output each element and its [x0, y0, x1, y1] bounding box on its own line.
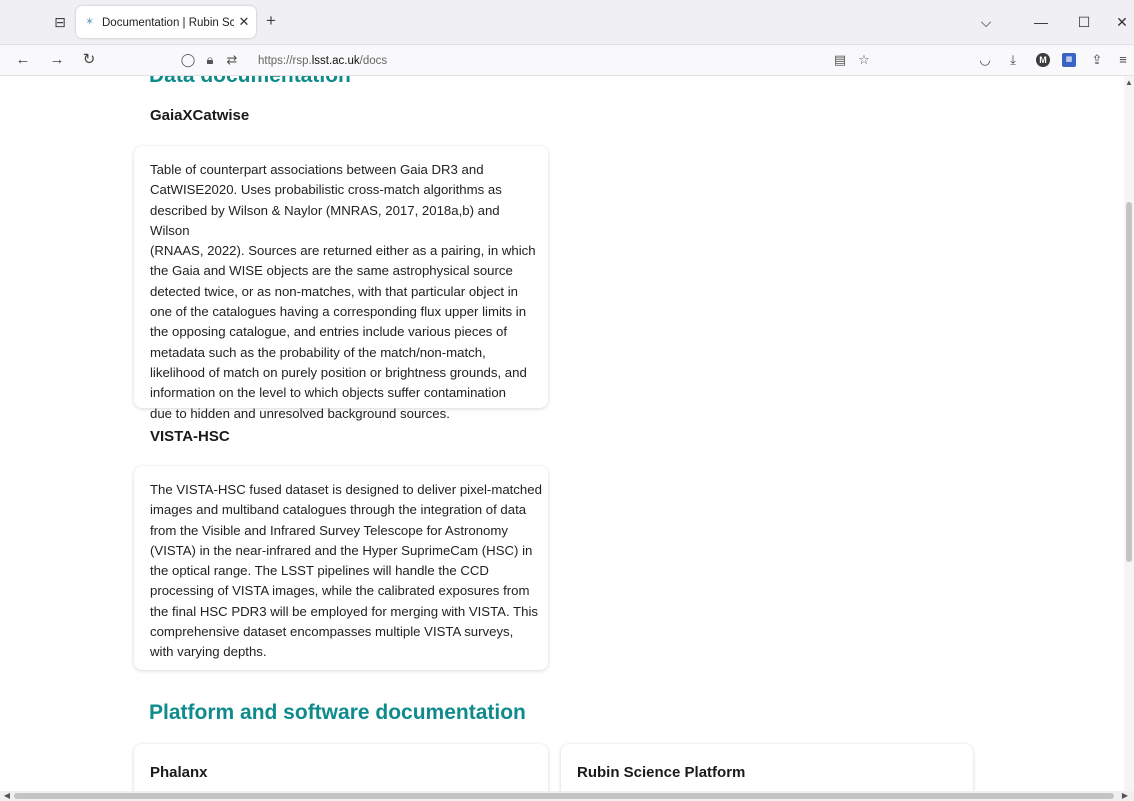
- downloads-icon[interactable]: ⤓: [1004, 51, 1022, 69]
- permissions-icon[interactable]: ⇄: [224, 52, 240, 68]
- back-button[interactable]: ←: [14, 51, 32, 69]
- menu-icon[interactable]: ≡: [1114, 51, 1132, 69]
- pocket-icon[interactable]: ◡: [976, 51, 994, 69]
- lock-icon[interactable]: 🔒︎: [202, 52, 218, 68]
- page-content: Data documentation GaiaXCatwise Table of…: [0, 76, 1124, 791]
- vista-description: The VISTA-HSC fused dataset is designed …: [150, 482, 542, 660]
- tab-bar: ⊟ ✶ Documentation | Rubin Science ✕ + ⌵ …: [0, 0, 1134, 45]
- vista-card: The VISTA-HSC fused dataset is designed …: [134, 466, 548, 670]
- gaia-card: Table of counterpart associations betwee…: [134, 146, 548, 421]
- vertical-scroll-thumb[interactable]: [1126, 202, 1132, 562]
- tab-close-icon[interactable]: ✕: [236, 14, 252, 30]
- new-tab-button[interactable]: +: [262, 12, 280, 30]
- share-icon[interactable]: ⇪: [1088, 51, 1106, 69]
- horizontal-scroll-thumb[interactable]: [14, 793, 1114, 799]
- tab-list-icon[interactable]: ⊟: [52, 14, 68, 30]
- list-all-tabs-icon[interactable]: ⌵: [976, 12, 996, 32]
- gaia-description: Table of counterpart associations betwee…: [150, 162, 536, 421]
- scroll-left-icon[interactable]: ◀: [2, 791, 12, 801]
- section-heading-platform: Platform and software documentation: [149, 701, 526, 724]
- vertical-scrollbar[interactable]: ▲: [1124, 76, 1134, 791]
- bookmark-star-icon[interactable]: ☆: [856, 52, 872, 68]
- account-avatar-icon[interactable]: M: [1036, 53, 1050, 67]
- vista-card-title[interactable]: VISTA-HSC: [150, 428, 230, 445]
- url-text[interactable]: https://rsp.lsst.ac.uk/docs: [258, 53, 387, 69]
- shield-icon[interactable]: ◯: [180, 52, 196, 68]
- minimize-button[interactable]: —: [1031, 12, 1051, 32]
- reader-view-icon[interactable]: ▤: [832, 52, 848, 68]
- rsp-card-title[interactable]: Rubin Science Platform: [577, 764, 745, 781]
- phalanx-card[interactable]: Phalanx: [134, 744, 548, 791]
- gaia-card-title[interactable]: GaiaXCatwise: [150, 107, 249, 124]
- close-window-button[interactable]: ✕: [1112, 12, 1132, 32]
- extension-icon[interactable]: ▦: [1062, 53, 1076, 67]
- rsp-card[interactable]: Rubin Science Platform: [561, 744, 973, 791]
- phalanx-card-title[interactable]: Phalanx: [150, 764, 208, 781]
- scroll-right-icon[interactable]: ▶: [1120, 791, 1130, 801]
- forward-button[interactable]: →: [48, 51, 66, 69]
- navigation-bar: ← → ↻ ◯ 🔒︎ ⇄ https://rsp.lsst.ac.uk/docs…: [0, 45, 1134, 76]
- tab-title: Documentation | Rubin Science: [102, 17, 234, 29]
- section-heading-data: Data documentation: [149, 76, 351, 88]
- maximize-button[interactable]: ☐: [1074, 12, 1094, 32]
- url-bar[interactable]: ◯ 🔒︎ ⇄ https://rsp.lsst.ac.uk/docs ▤ ☆: [160, 48, 880, 72]
- browser-tab[interactable]: ✶ Documentation | Rubin Science ✕: [76, 6, 256, 38]
- rubin-favicon-icon: ✶: [85, 16, 95, 28]
- horizontal-scrollbar[interactable]: ◀ ▶: [0, 791, 1134, 801]
- scroll-up-icon[interactable]: ▲: [1124, 78, 1134, 88]
- reload-button[interactable]: ↻: [80, 51, 98, 69]
